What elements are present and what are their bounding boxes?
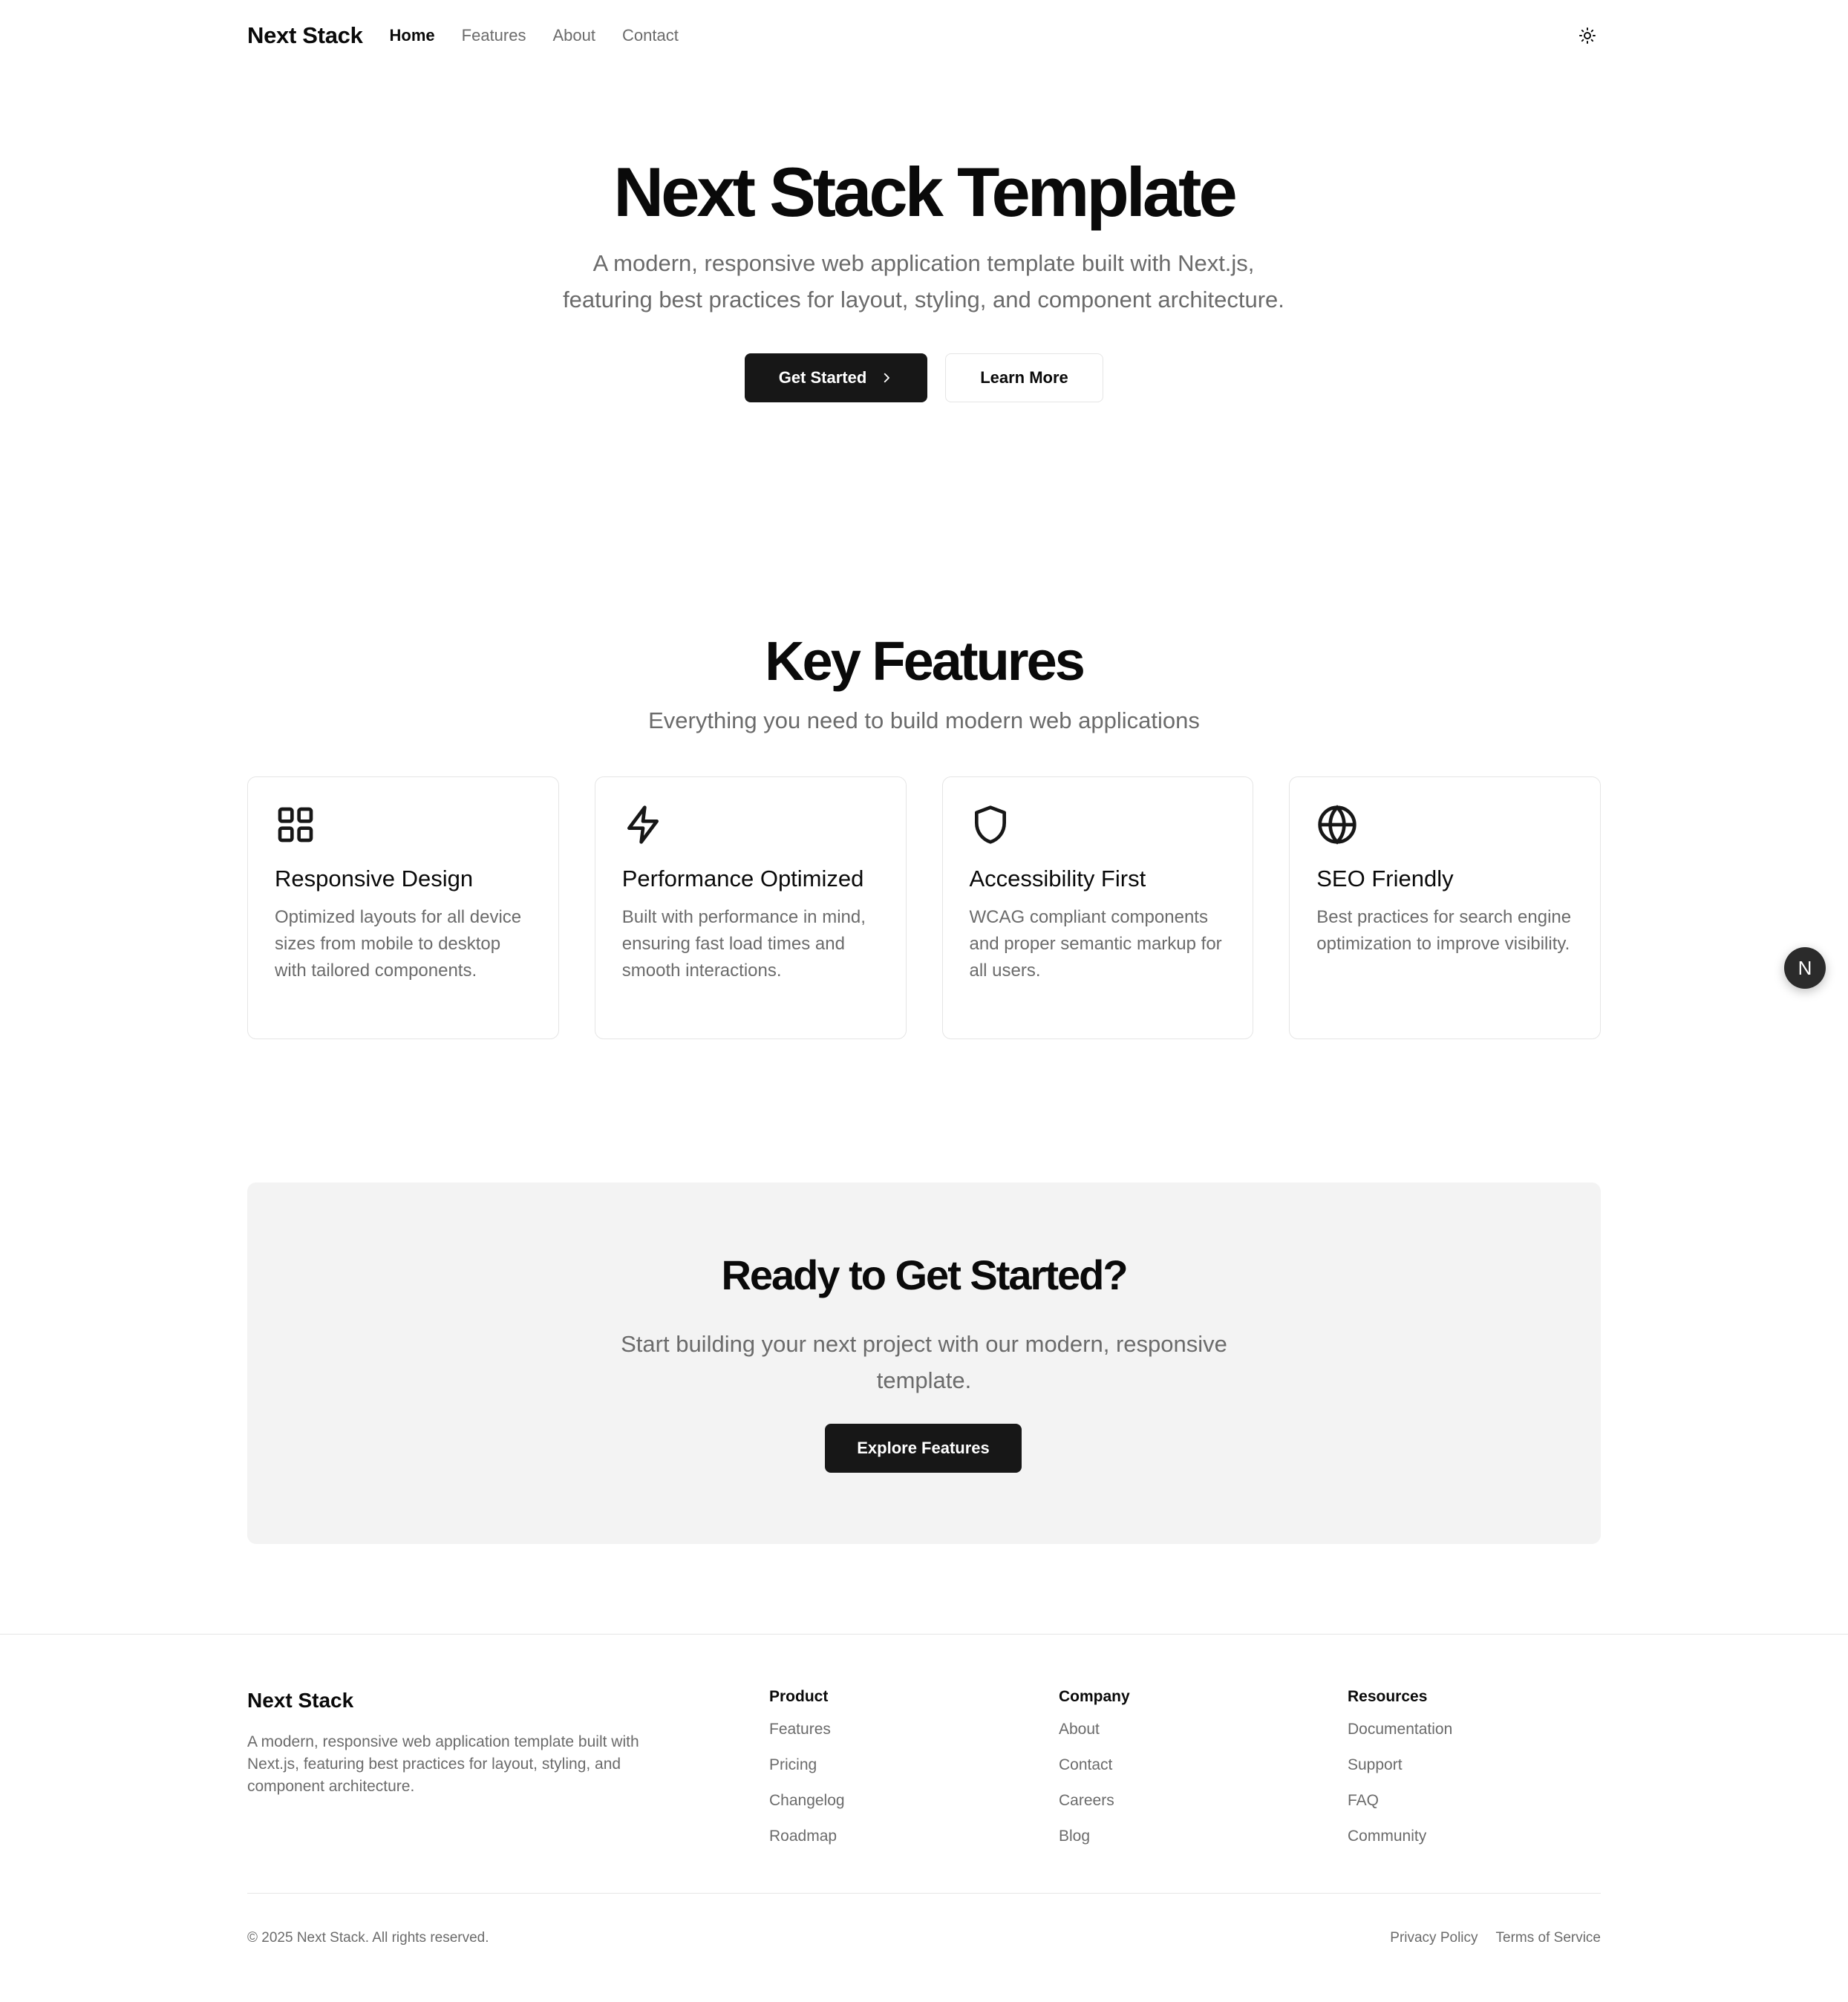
terms-of-service-link[interactable]: Terms of Service: [1496, 1930, 1601, 1946]
nav-link-about[interactable]: About: [552, 26, 595, 45]
sun-icon: [1579, 27, 1596, 44]
footer-link-faq[interactable]: FAQ: [1348, 1792, 1452, 1811]
hero-title: Next Stack Template: [613, 153, 1238, 231]
feature-card-title: SEO Friendly: [1316, 866, 1454, 892]
nav-link-home[interactable]: Home: [390, 26, 435, 45]
learn-more-button[interactable]: Learn More: [945, 353, 1103, 402]
nav-links: Home Features About Contact: [390, 26, 679, 45]
footer-description: A modern, responsive web application tem…: [247, 1733, 639, 1795]
footer-brand: Next Stack: [247, 1689, 354, 1712]
privacy-policy-link[interactable]: Privacy Policy: [1390, 1930, 1478, 1946]
footer-link-pricing[interactable]: Pricing: [769, 1756, 845, 1776]
footer-link-documentation[interactable]: Documentation: [1348, 1721, 1452, 1740]
feature-card: Accessibility First WCAG compliant compo…: [941, 776, 1254, 1039]
nav-link-features[interactable]: Features: [462, 26, 526, 45]
features-title: Key Features: [765, 630, 1085, 692]
fab-label: N: [1798, 956, 1812, 979]
footer-column-resources: Resources Documentation Support FAQ Comm…: [1348, 1688, 1452, 1863]
cta-subtitle-line1: Start building your next project with ou…: [621, 1331, 1227, 1357]
feature-card-desc: Optimized layouts for all device sizes f…: [275, 907, 522, 981]
feature-card-desc: WCAG compliant components and proper sem…: [969, 907, 1222, 981]
feature-card-title: Accessibility First: [969, 866, 1146, 892]
learn-more-label: Learn More: [980, 368, 1068, 387]
hero-subtitle-line1: A modern, responsive web application tem…: [592, 250, 1255, 276]
footer-link-roadmap[interactable]: Roadmap: [769, 1828, 845, 1847]
top-nav: Next Stack Home Features About Contact: [247, 0, 1601, 71]
feature-card: SEO Friendly Best practices for search e…: [1289, 776, 1601, 1039]
feature-card-title: Responsive Design: [275, 866, 474, 892]
legal-links: Privacy Policy Terms of Service: [1390, 1930, 1601, 1946]
explore-features-label: Explore Features: [857, 1439, 990, 1457]
theme-toggle-button[interactable]: [1574, 22, 1601, 49]
features-subtitle: Everything you need to build modern web …: [648, 707, 1200, 733]
copyright-text: © 2025 Next Stack. All rights reserved.: [247, 1930, 489, 1946]
footer-link-about[interactable]: About: [1059, 1721, 1130, 1740]
footer-column-title: Resources: [1348, 1688, 1428, 1705]
footer-column-company: Company About Contact Careers Blog: [1059, 1688, 1130, 1863]
footer-column-title: Company: [1059, 1688, 1130, 1705]
grid-icon: [278, 807, 313, 843]
nav-link-contact[interactable]: Contact: [622, 26, 679, 45]
footer-link-changelog[interactable]: Changelog: [769, 1792, 845, 1811]
feature-cards: Responsive Design Optimized layouts for …: [247, 776, 1601, 1039]
cta-title: Ready to Get Started?: [721, 1252, 1128, 1298]
footer-column-title: Product: [769, 1688, 829, 1705]
footer-divider: [0, 1634, 1848, 1635]
feature-card-desc: Built with performance in mind, ensuring…: [621, 907, 866, 981]
hero-subtitle: A modern, responsive web application tem…: [478, 245, 1369, 318]
brand-logo[interactable]: Next Stack: [247, 22, 363, 49]
footer-link-support[interactable]: Support: [1348, 1756, 1452, 1776]
shield-icon: [974, 805, 1006, 844]
footer-link-features[interactable]: Features: [769, 1721, 845, 1740]
cta-subtitle-line2: template.: [876, 1367, 972, 1393]
get-started-button[interactable]: Get Started: [745, 353, 927, 402]
footer-link-community[interactable]: Community: [1348, 1828, 1452, 1847]
explore-features-button[interactable]: Explore Features: [825, 1424, 1022, 1473]
nextjs-dev-badge[interactable]: N: [1784, 947, 1826, 989]
footer-link-careers[interactable]: Careers: [1059, 1792, 1130, 1811]
feature-card-title: Performance Optimized: [621, 866, 864, 892]
feature-card: Performance Optimized Built with perform…: [594, 776, 907, 1039]
chevron-right-icon: [884, 373, 890, 383]
cta-subtitle: Start building your next project with ou…: [581, 1326, 1267, 1399]
feature-card-desc: Best practices for search engine optimiz…: [1316, 907, 1572, 954]
globe-icon: [1318, 805, 1356, 845]
get-started-label: Get Started: [778, 368, 867, 387]
hero-buttons: Get Started Learn More: [0, 353, 1848, 402]
lightning-icon: [627, 805, 659, 844]
footer-link-contact[interactable]: Contact: [1059, 1756, 1130, 1776]
footer-column-product: Product Features Pricing Changelog Roadm…: [769, 1688, 845, 1863]
hero-subtitle-line2: featuring best practices for layout, sty…: [563, 287, 1284, 313]
feature-card: Responsive Design Optimized layouts for …: [247, 776, 559, 1039]
cta-section: Ready to Get Started? Start building you…: [247, 1182, 1601, 1544]
footer-bottom-divider: [247, 1893, 1601, 1894]
footer-link-blog[interactable]: Blog: [1059, 1828, 1130, 1847]
